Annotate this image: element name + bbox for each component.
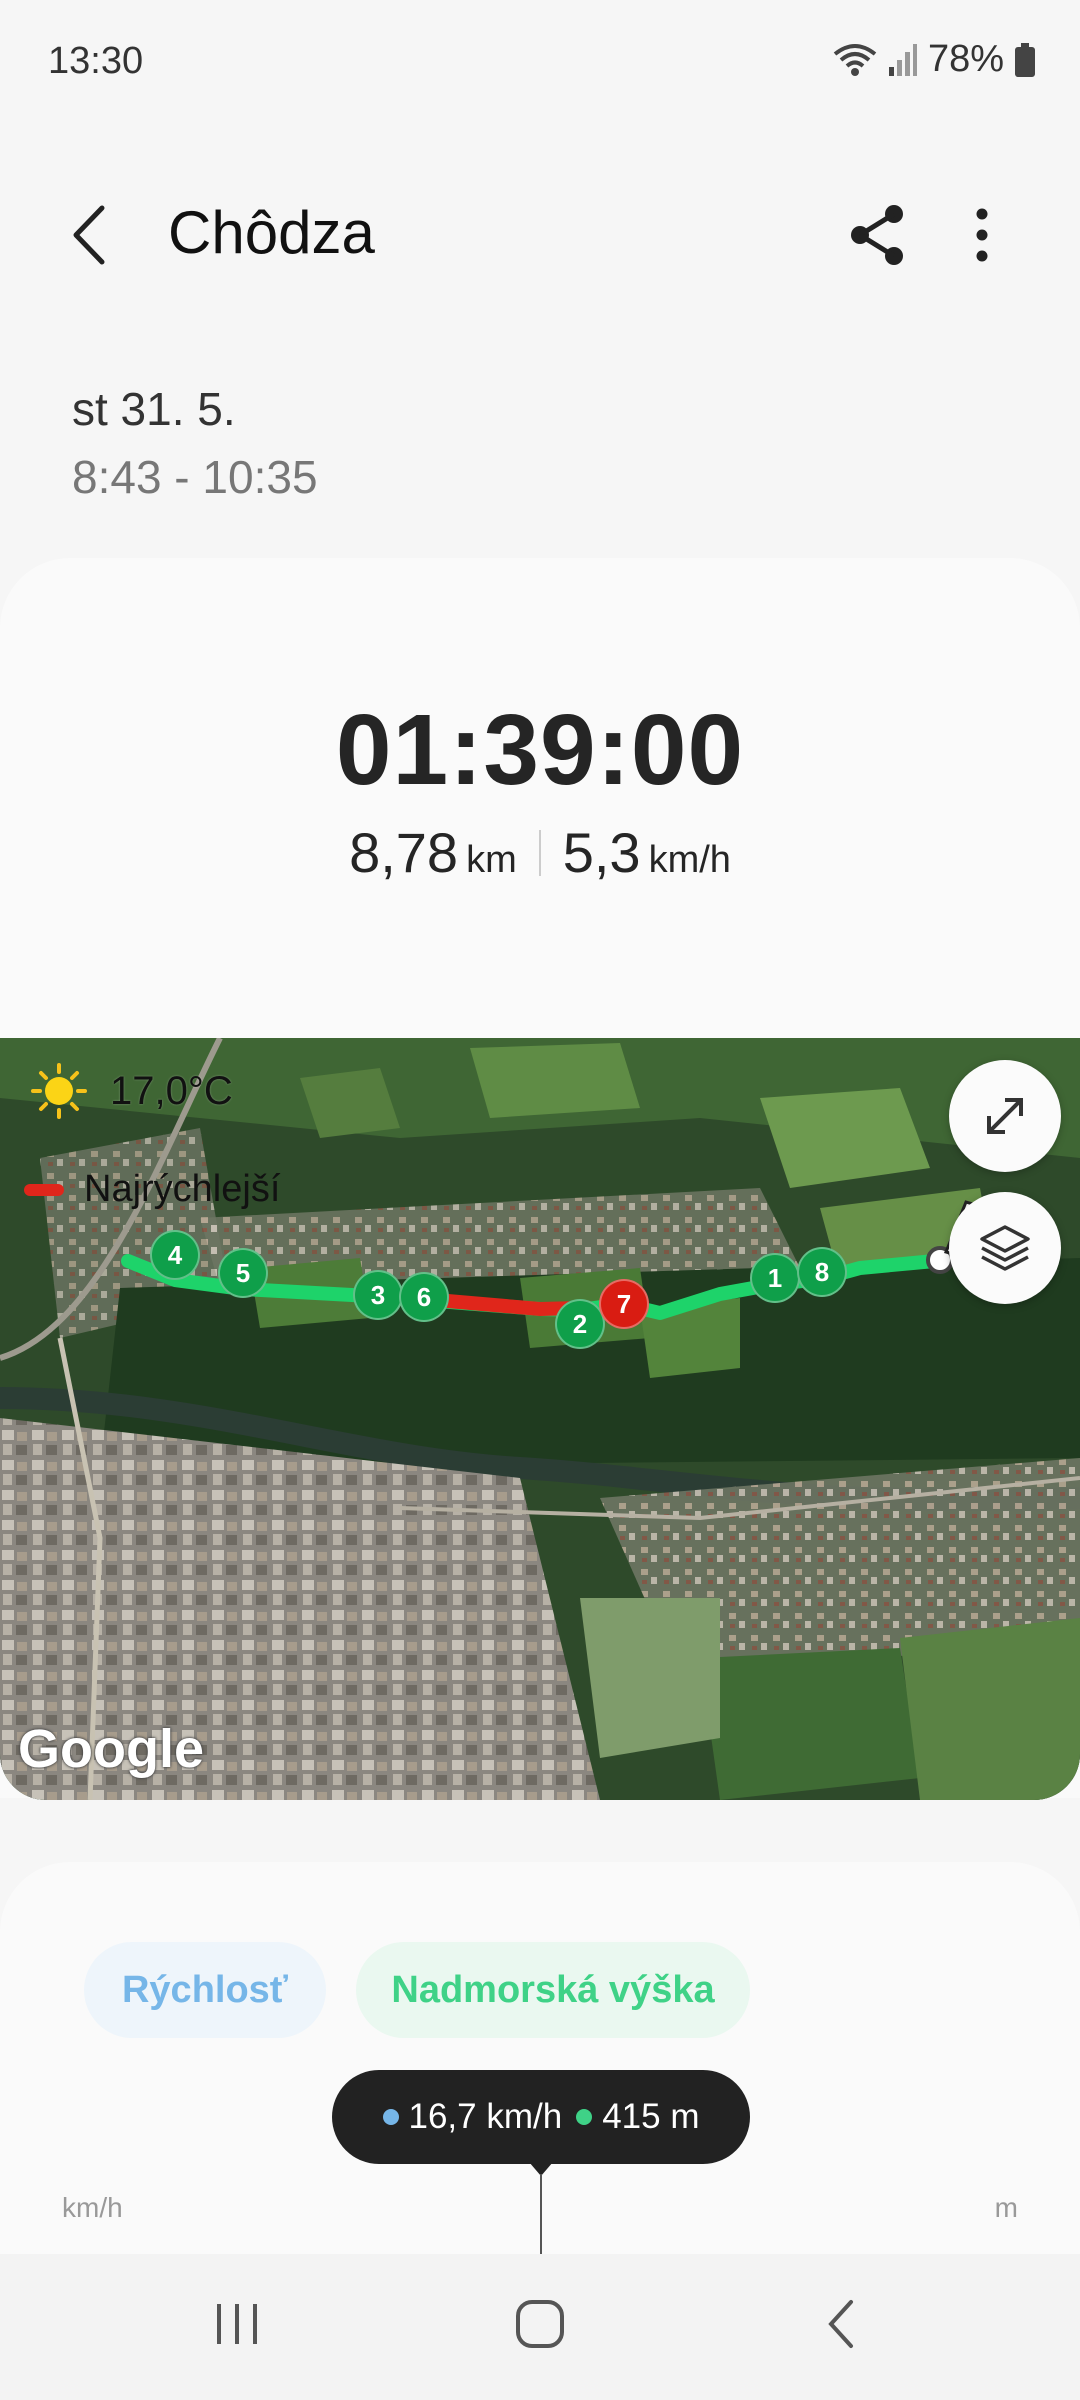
legend-label: Najrýchlejší [84, 1168, 281, 1210]
legend-swatch [24, 1183, 64, 1196]
route-markers: 1 2 3 45 6 7 8 [0, 1038, 1080, 1660]
chart-tooltip: 16,7 km/h 415 m [332, 2070, 750, 2164]
wifi-icon [833, 43, 877, 76]
speed-unit: km/h [648, 839, 731, 881]
google-attribution: Google [18, 1719, 204, 1779]
status-time: 13:30 [48, 40, 144, 82]
right-axis-unit: m [994, 2192, 1018, 2223]
back-button[interactable] [56, 200, 126, 270]
route-marker-1[interactable]: 1 [750, 1253, 800, 1303]
layers-icon [980, 1225, 1030, 1271]
back-nav-button[interactable] [798, 2284, 888, 2364]
route-marker-8[interactable]: 8 [797, 1247, 847, 1297]
weather-info: 17,0°C [30, 1062, 233, 1120]
route-marker-3[interactable]: 3 [353, 1270, 403, 1320]
battery-percentage: 78% [927, 38, 1004, 80]
more-icon [976, 208, 988, 262]
share-icon [851, 205, 903, 265]
tooltip-altitude: 415 m [576, 2097, 699, 2137]
route-marker-5[interactable]: 5 [218, 1248, 268, 1298]
route-marker-7[interactable]: 7 [599, 1279, 649, 1329]
back-icon [73, 205, 105, 265]
distance-unit: km [466, 839, 517, 881]
route-map[interactable]: 12345678 17,0°C Najrýchlejší Google [0, 1038, 1080, 1800]
page-title: Chôdza [168, 199, 375, 266]
stats-row: 8,78 km 5,3 km/h [0, 820, 1080, 885]
signal-icon [888, 43, 917, 76]
back-nav-icon [828, 2300, 853, 2348]
distance-value: 8,78 [349, 821, 459, 884]
tab-speed[interactable]: Rýchlosť [84, 1942, 326, 2038]
home-button[interactable] [495, 2284, 585, 2364]
speed-dot [382, 2109, 399, 2125]
route-marker-4[interactable]: 4 [150, 1230, 200, 1280]
map-layers-button[interactable] [949, 1192, 1061, 1304]
status-bar: 13:30 78% [0, 0, 1080, 124]
tooltip-speed-value: 16,7 km/h [408, 2097, 563, 2136]
distance-stat: 8,78 km [327, 820, 539, 885]
share-button[interactable] [846, 200, 910, 270]
session-time-range: 8:43 - 10:35 [72, 451, 318, 503]
recents-icon [217, 2304, 257, 2344]
route-marker-6[interactable]: 6 [399, 1272, 449, 1322]
speed-value: 5,3 [562, 821, 641, 884]
route-marker-2[interactable]: 2 [555, 1299, 605, 1349]
map-legend: Najrýchlejší [24, 1168, 280, 1211]
home-icon [516, 2300, 564, 2348]
speed-stat: 5,3 km/h [541, 820, 753, 885]
altitude-dot [576, 2109, 593, 2125]
session-date: st 31. 5. [72, 383, 236, 435]
expand-icon [987, 1098, 1023, 1134]
app-bar: Chôdza [0, 170, 1080, 300]
temperature-value: 17,0°C [110, 1068, 233, 1113]
more-options-button[interactable] [952, 200, 1012, 270]
tab-altitude[interactable]: Nadmorská výška [356, 1942, 750, 2038]
navigation-bar [0, 2254, 1080, 2400]
status-icons: 78% [832, 38, 1036, 81]
sun-icon [31, 1063, 87, 1119]
tooltip-speed: 16,7 km/h [382, 2097, 563, 2137]
chart-cursor-line[interactable] [540, 2174, 542, 2262]
tooltip-altitude-value: 415 m [602, 2097, 700, 2136]
battery-icon [1015, 42, 1035, 77]
recents-button[interactable] [192, 2284, 282, 2364]
expand-map-button[interactable] [949, 1060, 1061, 1172]
chart-card: Rýchlosť Nadmorská výška 16,7 km/h 415 m… [0, 1862, 1080, 2262]
left-axis-unit: km/h [62, 2192, 123, 2223]
duration-value: 01:39:00 [335, 694, 745, 806]
